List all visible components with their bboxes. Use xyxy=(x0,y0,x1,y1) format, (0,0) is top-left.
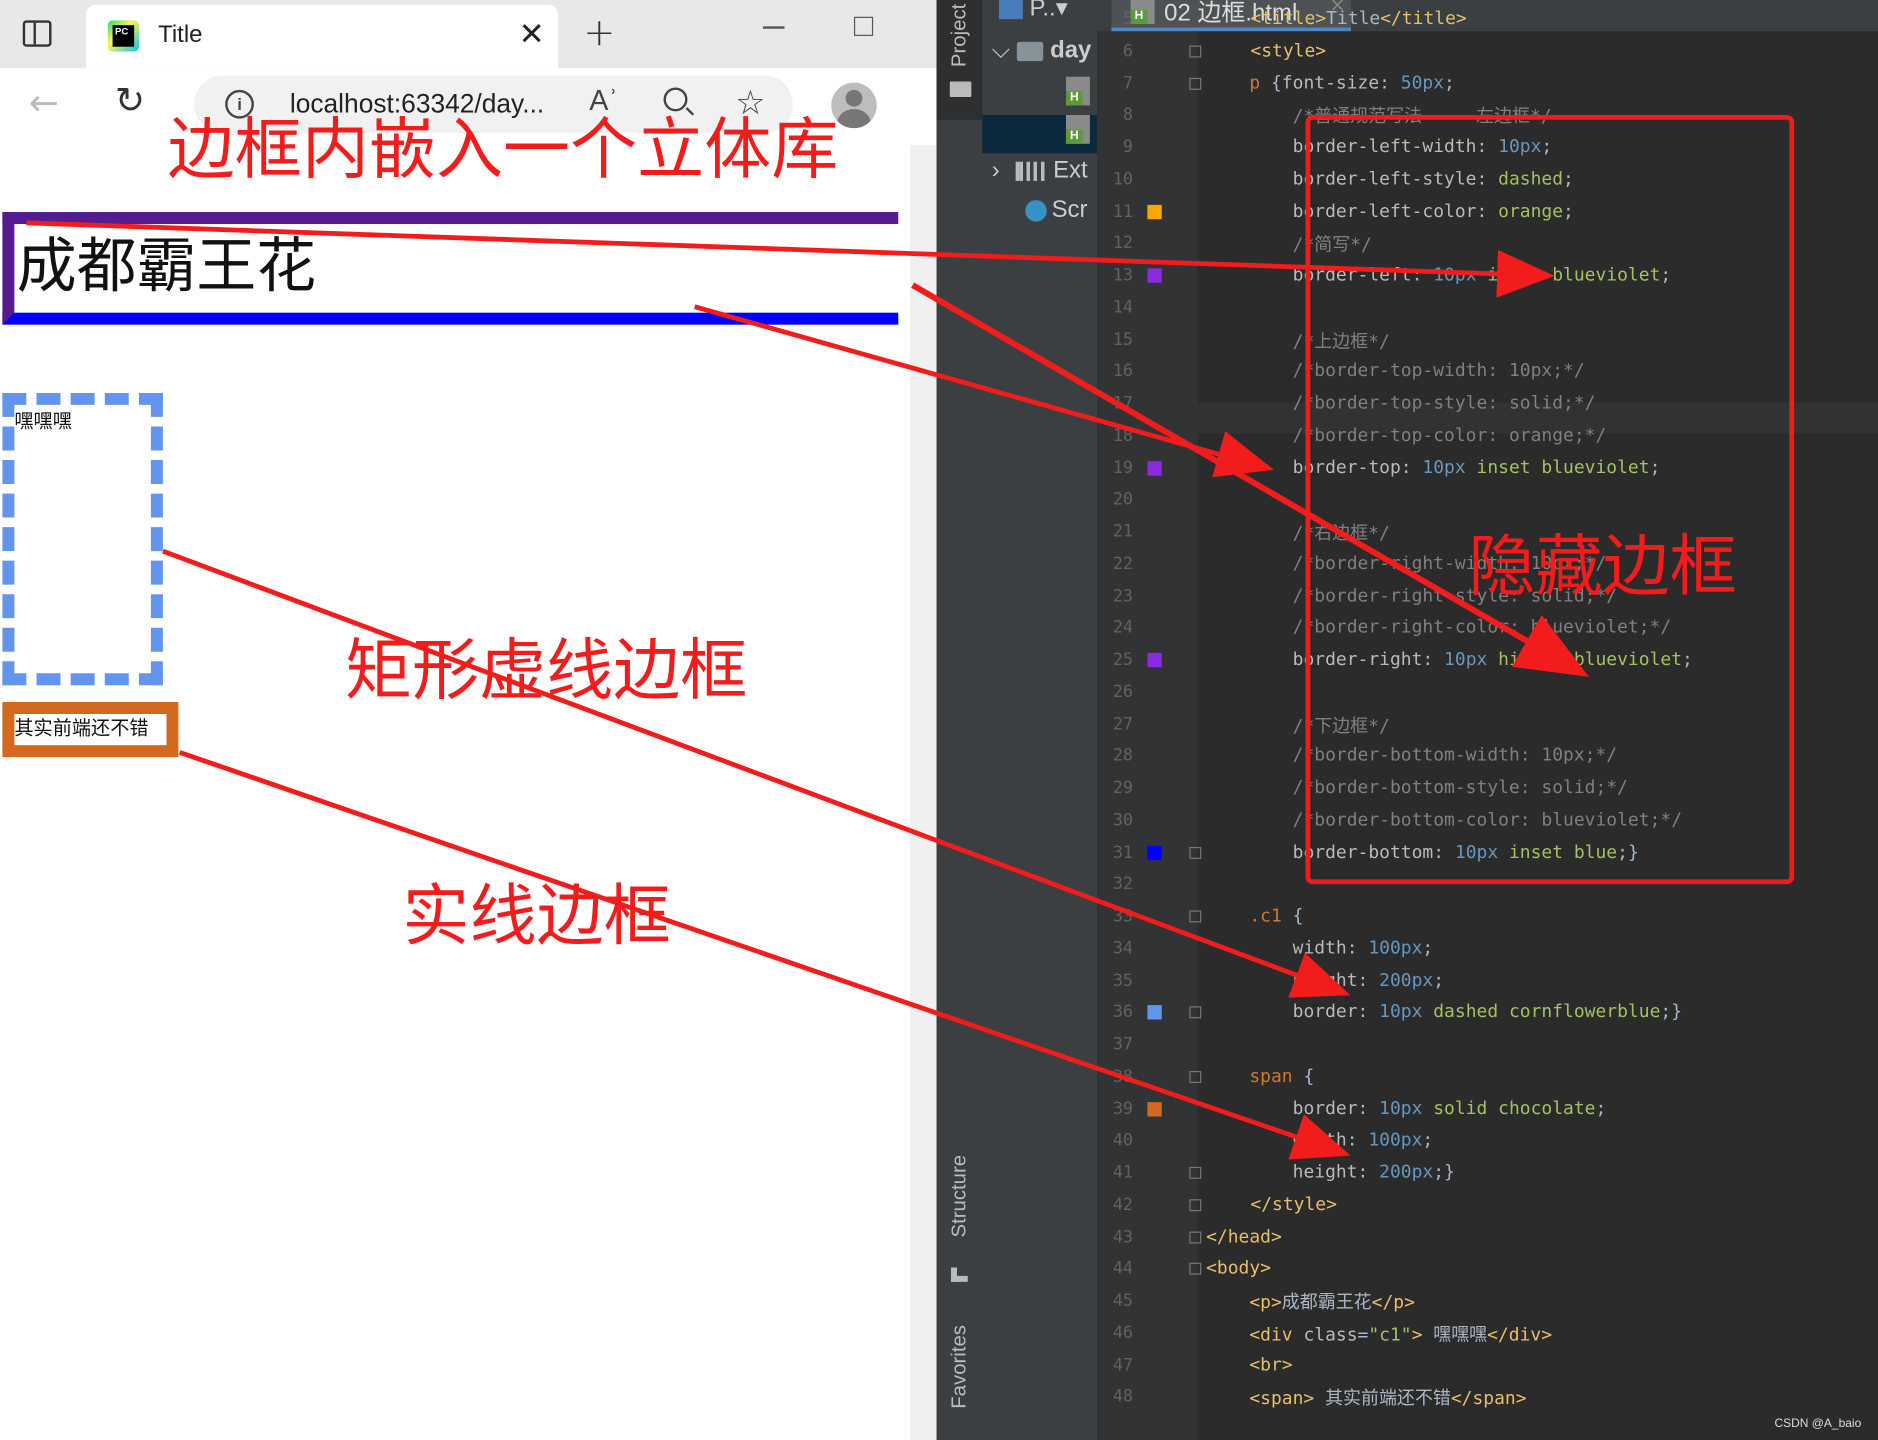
annotation-inset-border: 边框内嵌入一个立体库 xyxy=(167,111,839,190)
annotation-solid-border: 实线边框 xyxy=(402,878,671,957)
annotation-hidden-border: 隐藏边框 xyxy=(1468,528,1737,607)
arrow-to-left-border xyxy=(26,220,1555,298)
arrow-to-right-hidden-border xyxy=(911,282,1589,677)
annotation-dashed-border: 矩形虚线边框 xyxy=(344,632,748,711)
annotation-arrows xyxy=(26,220,1589,1160)
arrow-to-solid-span xyxy=(178,750,1351,1160)
screenshot-stage: Title ✕ + ← ↻ i localhost:63342/day... A… xyxy=(0,0,1878,1440)
arrow-to-bottom-border xyxy=(694,304,1274,478)
arrow-to-dashed-div xyxy=(162,548,1351,998)
